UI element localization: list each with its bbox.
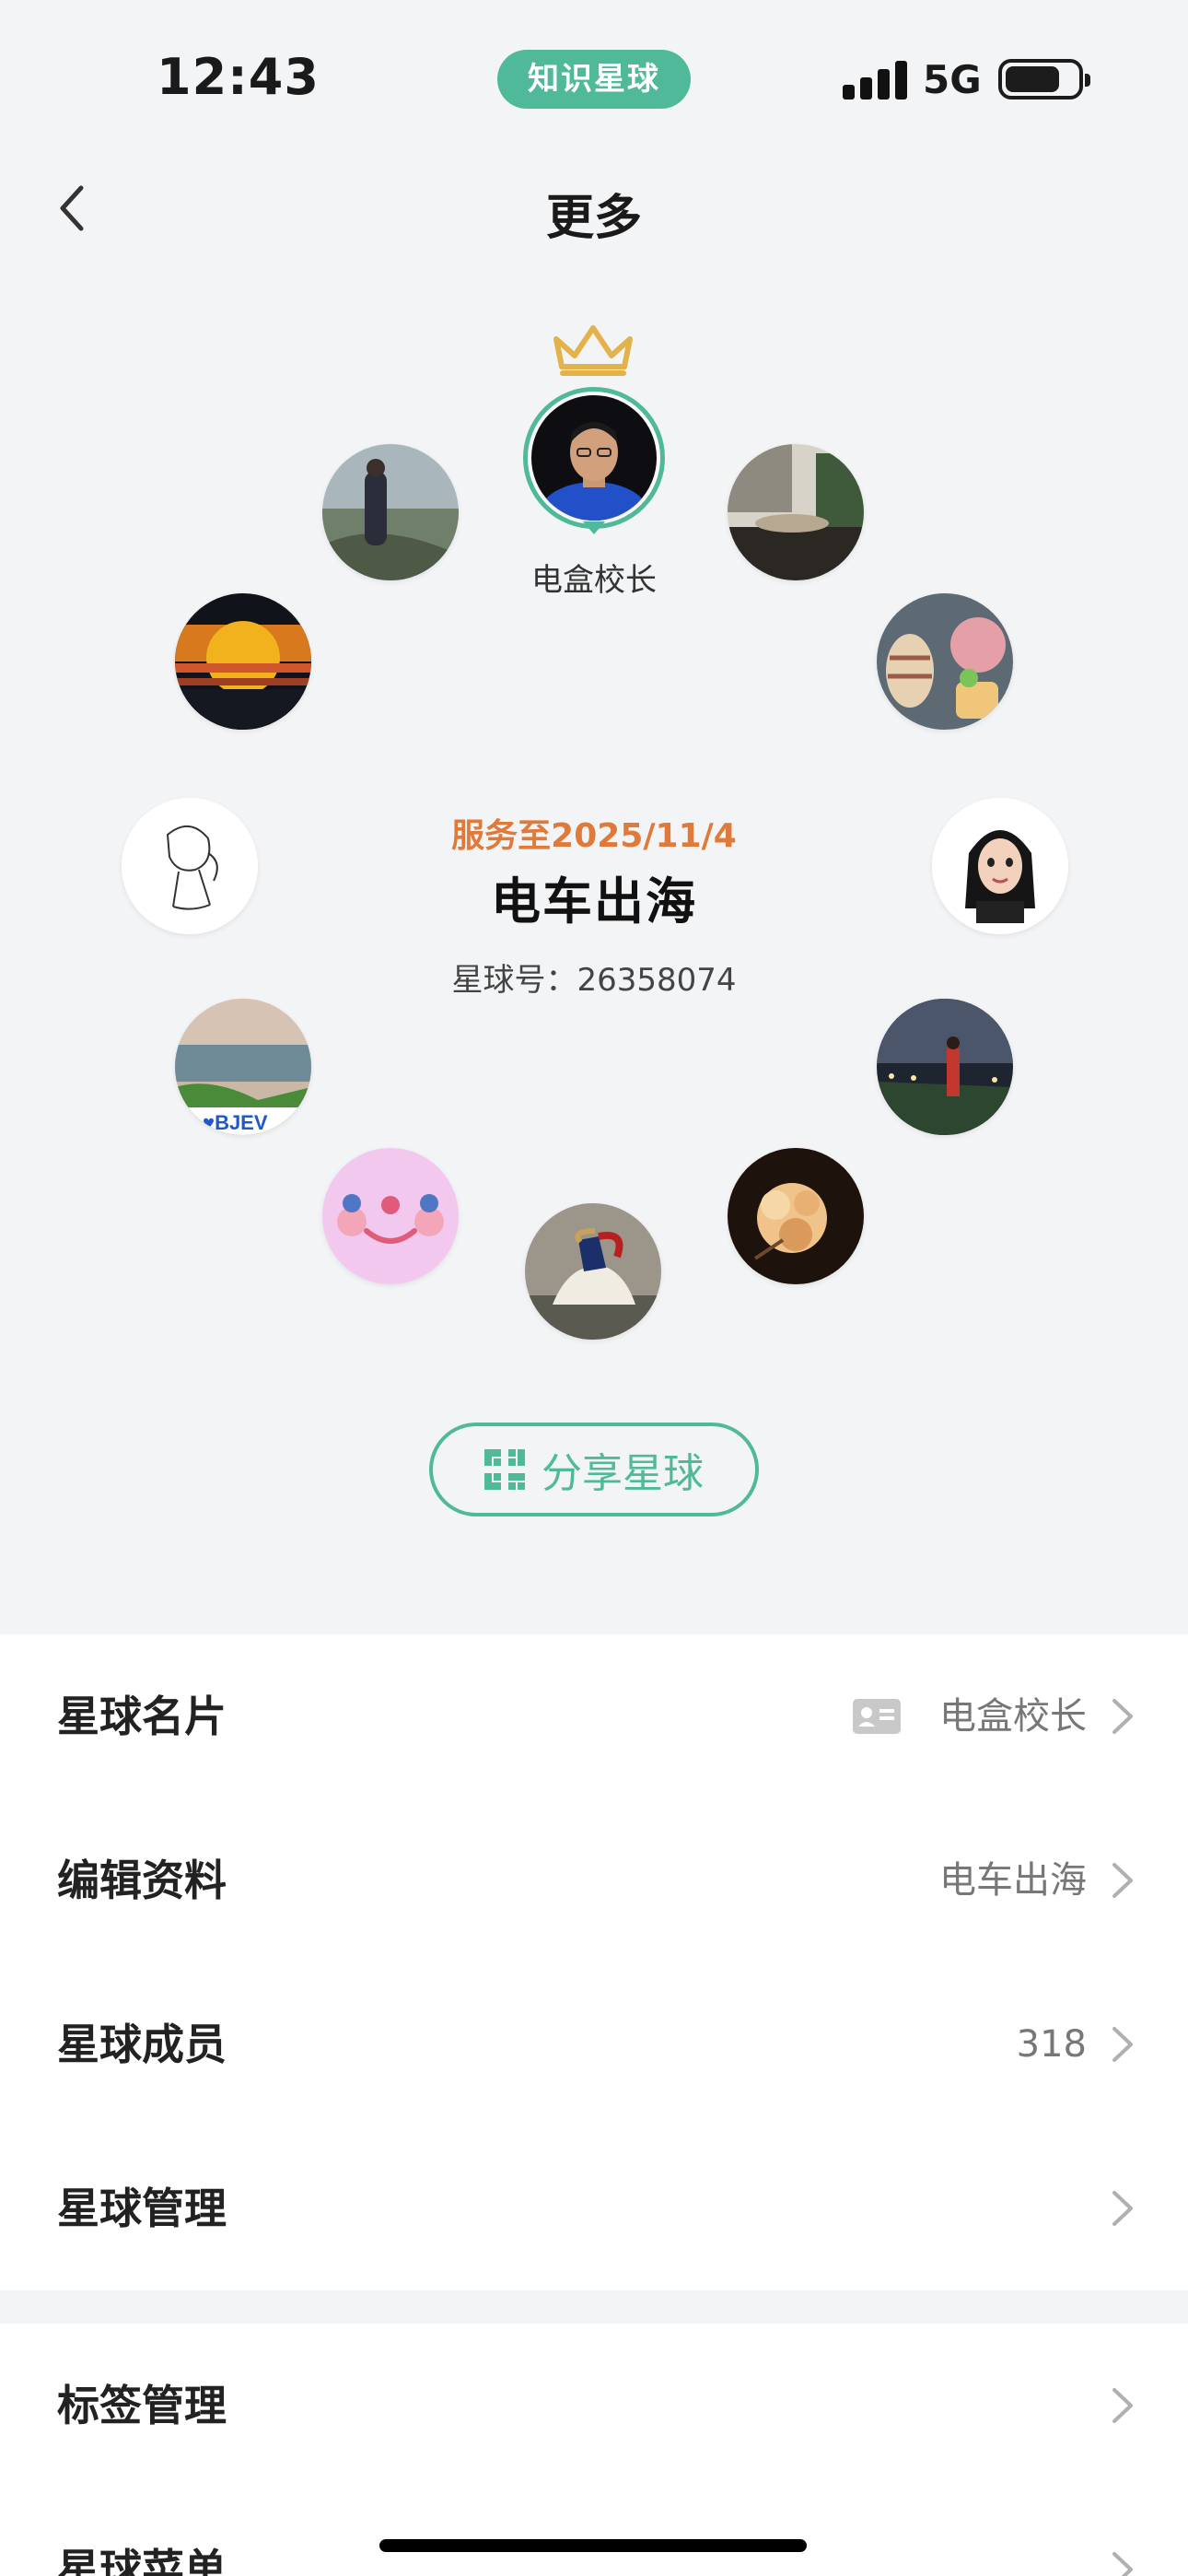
svg-text:♥BJEV: ♥BJEV — [203, 1111, 268, 1134]
group-id: 星球号：26358074 — [451, 962, 737, 999]
chevron-right-icon — [1112, 2191, 1133, 2226]
row-value: 318 — [1016, 2023, 1087, 2066]
owner-name: 电盒校长 — [531, 562, 657, 599]
share-button-label: 分享星球 — [542, 1450, 704, 1497]
member-avatar[interactable] — [322, 1148, 459, 1284]
section-divider — [0, 2290, 1188, 2324]
member-avatar[interactable] — [175, 593, 311, 730]
group-name: 电车出海 — [491, 872, 697, 931]
member-avatar[interactable] — [322, 444, 459, 580]
settings-list-2: 标签管理 星球菜单 — [0, 2324, 1188, 2576]
row-group-menu[interactable]: 星球菜单 — [0, 2488, 1188, 2576]
row-value: 电车出海 — [939, 1859, 1087, 1902]
row-members[interactable]: 星球成员 318 — [0, 1962, 1188, 2126]
member-avatar[interactable] — [877, 999, 1013, 1135]
app-badge[interactable]: 知识星球 — [497, 50, 691, 109]
qr-code-icon — [484, 1449, 525, 1490]
chevron-right-icon — [1112, 2552, 1133, 2576]
member-avatar[interactable]: ♥BJEV — [175, 999, 311, 1135]
row-label: 标签管理 — [57, 2381, 227, 2430]
row-management[interactable]: 星球管理 — [0, 2126, 1188, 2290]
owner-avatar[interactable] — [531, 395, 657, 521]
row-label: 星球成员 — [57, 2020, 227, 2069]
page-title: 更多 — [545, 191, 642, 246]
row-label: 星球名片 — [57, 1692, 227, 1741]
member-avatar[interactable] — [728, 444, 864, 580]
home-indicator[interactable] — [379, 2539, 807, 2552]
chevron-right-icon — [1112, 2388, 1133, 2423]
network-type: 5G — [923, 57, 982, 102]
row-group-card[interactable]: 星球名片 电盒校长 — [0, 1634, 1188, 1798]
owner-pin — [583, 521, 605, 534]
row-tag-management[interactable]: 标签管理 — [0, 2324, 1188, 2488]
card-icon — [853, 1699, 901, 1734]
row-label: 星球管理 — [57, 2184, 227, 2233]
service-until: 服务至2025/11/4 — [451, 817, 737, 855]
crown-icon — [551, 321, 635, 378]
screen: 12:43 知识星球 5G 更多 电盒校长 ♥BJEV 服务至2025/11/4… — [0, 0, 1188, 2576]
share-button[interactable]: 分享星球 — [429, 1423, 759, 1516]
chevron-right-icon — [1112, 1699, 1133, 1734]
settings-list: 星球名片 电盒校长 编辑资料 电车出海 星球成员 318 星球管理 — [0, 1634, 1188, 2290]
owner-avatar-ring[interactable] — [523, 387, 665, 529]
member-avatar[interactable] — [525, 1203, 661, 1340]
row-value: 电盒校长 — [939, 1695, 1087, 1738]
row-label: 编辑资料 — [57, 1856, 227, 1905]
member-avatar[interactable] — [877, 593, 1013, 730]
chevron-right-icon — [1112, 2027, 1133, 2062]
member-avatar[interactable] — [728, 1148, 864, 1284]
chevron-right-icon — [1112, 1863, 1133, 1898]
row-edit-profile[interactable]: 编辑资料 电车出海 — [0, 1798, 1188, 1962]
status-bar: 12:43 知识星球 5G — [0, 0, 1188, 157]
battery-icon — [998, 59, 1090, 100]
row-label: 星球菜单 — [57, 2545, 227, 2576]
status-time: 12:43 — [157, 48, 320, 106]
signal-icon — [843, 61, 907, 100]
